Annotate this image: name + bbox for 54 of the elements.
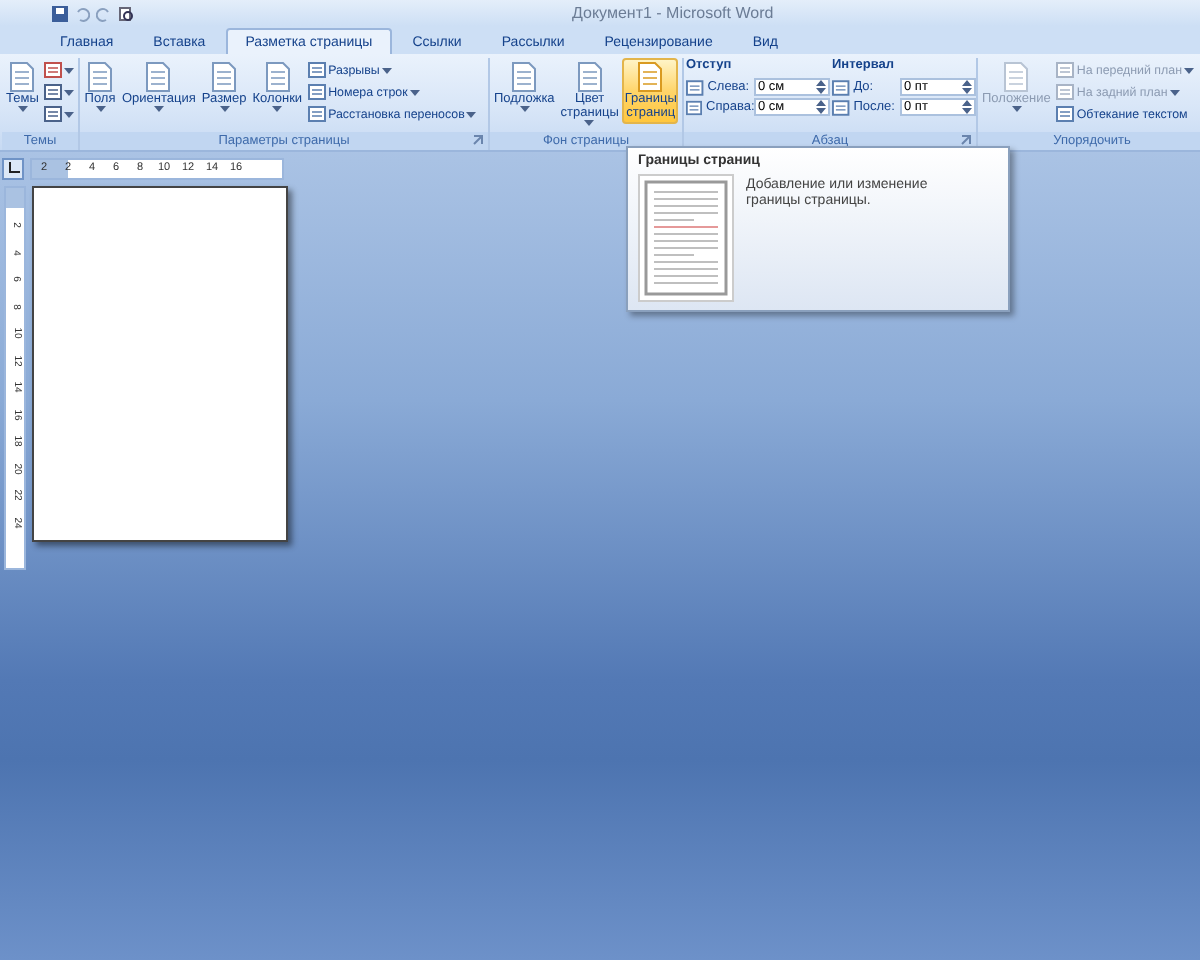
- caret-icon: [381, 67, 392, 73]
- document-icon: [1002, 62, 1031, 92]
- document-icon: [210, 62, 239, 92]
- caret-icon: [64, 89, 75, 95]
- caret-icon: [64, 67, 75, 73]
- small-icon: [44, 84, 63, 100]
- spinner-arrows-icon[interactable]: [816, 80, 826, 94]
- small-icon: [1056, 84, 1075, 100]
- small-icon: [832, 99, 850, 115]
- document-page[interactable]: [32, 186, 288, 542]
- caret-icon: [95, 106, 105, 112]
- caret-icon: [409, 89, 420, 95]
- small-icon: [44, 106, 63, 122]
- spinner-arrows-icon[interactable]: [962, 100, 972, 114]
- small-icon: [308, 106, 327, 122]
- small-icon: [308, 62, 327, 78]
- small-icon: [1056, 106, 1075, 122]
- theme-option-button[interactable]: [42, 82, 77, 102]
- document-icon: [575, 62, 604, 92]
- caret-icon: [219, 106, 230, 112]
- tab-stop-icon: [7, 162, 19, 174]
- dialog-launcher-icon[interactable]: [960, 134, 972, 146]
- theme-option-button[interactable]: [42, 60, 77, 80]
- caret-icon: [153, 106, 164, 112]
- caret-icon: [1184, 67, 1195, 73]
- document-icon: [86, 62, 114, 92]
- document-icon: [263, 62, 292, 92]
- caret-icon: [1011, 106, 1022, 112]
- caret-icon: [272, 106, 283, 112]
- small-icon: [686, 79, 704, 95]
- caret-icon: [1169, 89, 1180, 95]
- caret-icon: [64, 111, 75, 117]
- page-preview-drawing: [638, 174, 734, 302]
- caret-icon: [466, 111, 477, 117]
- document-icon: [636, 62, 665, 92]
- document-icon: [510, 62, 539, 92]
- small-icon: [1056, 62, 1075, 78]
- small-icon: [686, 99, 702, 115]
- small-icon: [308, 84, 327, 100]
- small-icon: [44, 62, 63, 78]
- save-icon[interactable]: [52, 5, 68, 21]
- print-preview-icon[interactable]: [118, 5, 134, 21]
- dialog-launcher-icon[interactable]: [472, 134, 484, 146]
- document-icon: [8, 62, 37, 92]
- spinner-arrows-icon[interactable]: [962, 80, 972, 94]
- caret-icon: [17, 106, 28, 112]
- theme-option-button[interactable]: [42, 104, 77, 124]
- caret-icon: [519, 106, 530, 112]
- tab-selector-button[interactable]: [2, 157, 24, 179]
- document-icon: [144, 62, 173, 92]
- small-icon: [832, 79, 850, 95]
- window-title: Документ1 - Microsoft Word: [572, 4, 774, 22]
- caret-icon: [584, 120, 595, 126]
- spinner-arrows-icon[interactable]: [816, 100, 826, 114]
